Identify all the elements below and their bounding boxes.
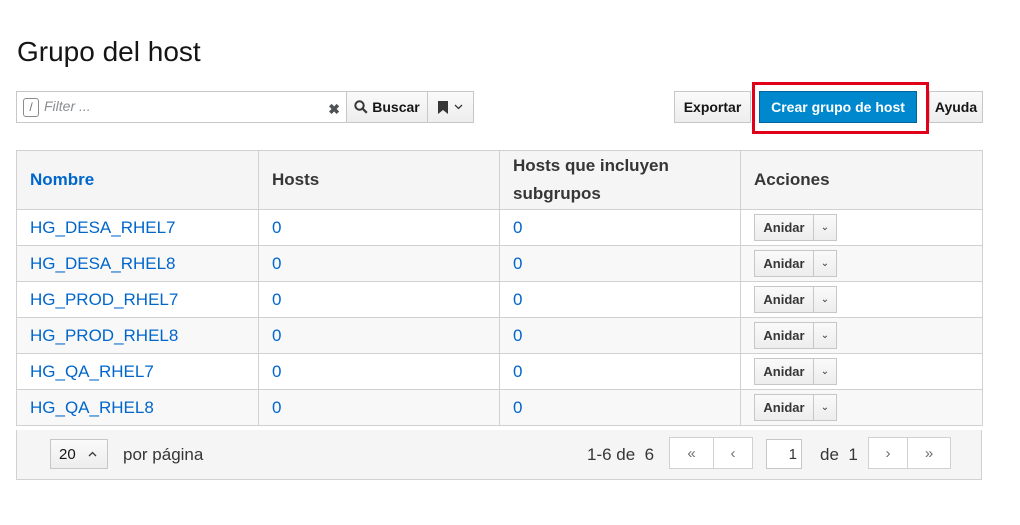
hosts-count-link[interactable]: 0 bbox=[258, 389, 500, 426]
column-header-name[interactable]: Nombre bbox=[16, 150, 259, 210]
nest-action-button-group: Anidar ⌄ bbox=[754, 250, 837, 277]
bookmark-icon bbox=[438, 100, 448, 114]
column-header-actions: Acciones bbox=[740, 150, 983, 210]
table-row: HG_PROD_RHEL7 0 0 Anidar ⌄ bbox=[16, 281, 983, 318]
hosts-count-link[interactable]: 0 bbox=[258, 317, 500, 354]
bookmark-dropdown[interactable] bbox=[428, 91, 474, 123]
filter-box[interactable]: / ✖ bbox=[16, 91, 347, 123]
chevron-down-icon[interactable]: ⌄ bbox=[814, 287, 836, 312]
page-number-input[interactable] bbox=[766, 439, 802, 469]
header-line-2: subgrupos bbox=[513, 184, 601, 203]
chevron-down-icon[interactable]: ⌄ bbox=[814, 395, 836, 420]
nest-action-button-group: Anidar ⌄ bbox=[754, 286, 837, 313]
table-row: HG_DESA_RHEL7 0 0 Anidar ⌄ bbox=[16, 209, 983, 246]
slash-shortcut-icon: / bbox=[23, 98, 39, 117]
search-bar: / ✖ Buscar bbox=[16, 91, 474, 123]
last-page-button[interactable]: » bbox=[907, 437, 951, 469]
nest-button[interactable]: Anidar bbox=[755, 287, 814, 312]
table-header-row: Nombre Hosts Hosts que incluyen subgrupo… bbox=[16, 150, 983, 210]
pagination-bar: 20 por página 1-6 de 6 « ‹ de 1 › » bbox=[16, 430, 982, 480]
host-group-name-link[interactable]: HG_QA_RHEL7 bbox=[16, 353, 259, 390]
chevron-down-icon[interactable]: ⌄ bbox=[814, 359, 836, 384]
chevron-down-icon[interactable]: ⌄ bbox=[814, 215, 836, 240]
export-button[interactable]: Exportar bbox=[674, 91, 751, 123]
hosts-subgroups-count-link[interactable]: 0 bbox=[499, 389, 741, 426]
table-row: HG_PROD_RHEL8 0 0 Anidar ⌄ bbox=[16, 317, 983, 354]
host-group-name-link[interactable]: HG_DESA_RHEL8 bbox=[16, 245, 259, 282]
item-range: 1-6 de 6 bbox=[587, 445, 655, 464]
host-groups-table: Nombre Hosts Hosts que incluyen subgrupo… bbox=[16, 150, 983, 426]
per-page-label: por página bbox=[123, 445, 204, 464]
nest-button[interactable]: Anidar bbox=[755, 251, 814, 276]
hosts-subgroups-count-link[interactable]: 0 bbox=[499, 245, 741, 282]
chevron-down-icon[interactable]: ⌄ bbox=[814, 323, 836, 348]
hosts-count-link[interactable]: 0 bbox=[258, 353, 500, 390]
chevron-down-icon[interactable]: ⌄ bbox=[814, 251, 836, 276]
page-title: Grupo del host bbox=[17, 36, 201, 67]
host-group-name-link[interactable]: HG_DESA_RHEL7 bbox=[16, 209, 259, 246]
first-page-button[interactable]: « bbox=[669, 437, 714, 469]
hosts-count-link[interactable]: 0 bbox=[258, 245, 500, 282]
chevron-down-icon bbox=[454, 104, 463, 110]
chevron-up-icon bbox=[88, 451, 97, 457]
column-header-hosts: Hosts bbox=[258, 150, 500, 210]
next-page-button[interactable]: › bbox=[868, 437, 908, 469]
header-line-1: Hosts que incluyen bbox=[513, 156, 669, 175]
nest-action-button-group: Anidar ⌄ bbox=[754, 322, 837, 349]
host-group-name-link[interactable]: HG_PROD_RHEL7 bbox=[16, 281, 259, 318]
hosts-count-link[interactable]: 0 bbox=[258, 209, 500, 246]
search-button-label: Buscar bbox=[372, 99, 420, 115]
per-page-select[interactable]: 20 bbox=[50, 439, 108, 469]
nest-button[interactable]: Anidar bbox=[755, 323, 814, 348]
hosts-subgroups-count-link[interactable]: 0 bbox=[499, 209, 741, 246]
nest-button[interactable]: Anidar bbox=[755, 395, 814, 420]
hosts-subgroups-count-link[interactable]: 0 bbox=[499, 281, 741, 318]
highlight-box bbox=[752, 82, 929, 134]
host-group-name-link[interactable]: HG_PROD_RHEL8 bbox=[16, 317, 259, 354]
column-header-hosts-subgroups: Hosts que incluyen subgrupos bbox=[499, 150, 741, 210]
hosts-subgroups-count-link[interactable]: 0 bbox=[499, 317, 741, 354]
table-row: HG_QA_RHEL7 0 0 Anidar ⌄ bbox=[16, 353, 983, 390]
clear-icon[interactable]: ✖ bbox=[328, 102, 340, 116]
table-row: HG_DESA_RHEL8 0 0 Anidar ⌄ bbox=[16, 245, 983, 282]
nest-button[interactable]: Anidar bbox=[755, 215, 814, 240]
nest-action-button-group: Anidar ⌄ bbox=[754, 394, 837, 421]
nest-action-button-group: Anidar ⌄ bbox=[754, 214, 837, 241]
search-icon bbox=[354, 100, 368, 114]
nest-button[interactable]: Anidar bbox=[755, 359, 814, 384]
host-group-name-link[interactable]: HG_QA_RHEL8 bbox=[16, 389, 259, 426]
nest-action-button-group: Anidar ⌄ bbox=[754, 358, 837, 385]
search-button[interactable]: Buscar bbox=[347, 91, 428, 123]
help-button[interactable]: Ayuda bbox=[929, 91, 983, 123]
total-pages: de 1 bbox=[820, 445, 858, 464]
hosts-subgroups-count-link[interactable]: 0 bbox=[499, 353, 741, 390]
hosts-count-link[interactable]: 0 bbox=[258, 281, 500, 318]
previous-page-button[interactable]: ‹ bbox=[713, 437, 753, 469]
table-row: HG_QA_RHEL8 0 0 Anidar ⌄ bbox=[16, 389, 983, 426]
per-page-value: 20 bbox=[59, 445, 76, 463]
search-input[interactable] bbox=[44, 98, 314, 114]
